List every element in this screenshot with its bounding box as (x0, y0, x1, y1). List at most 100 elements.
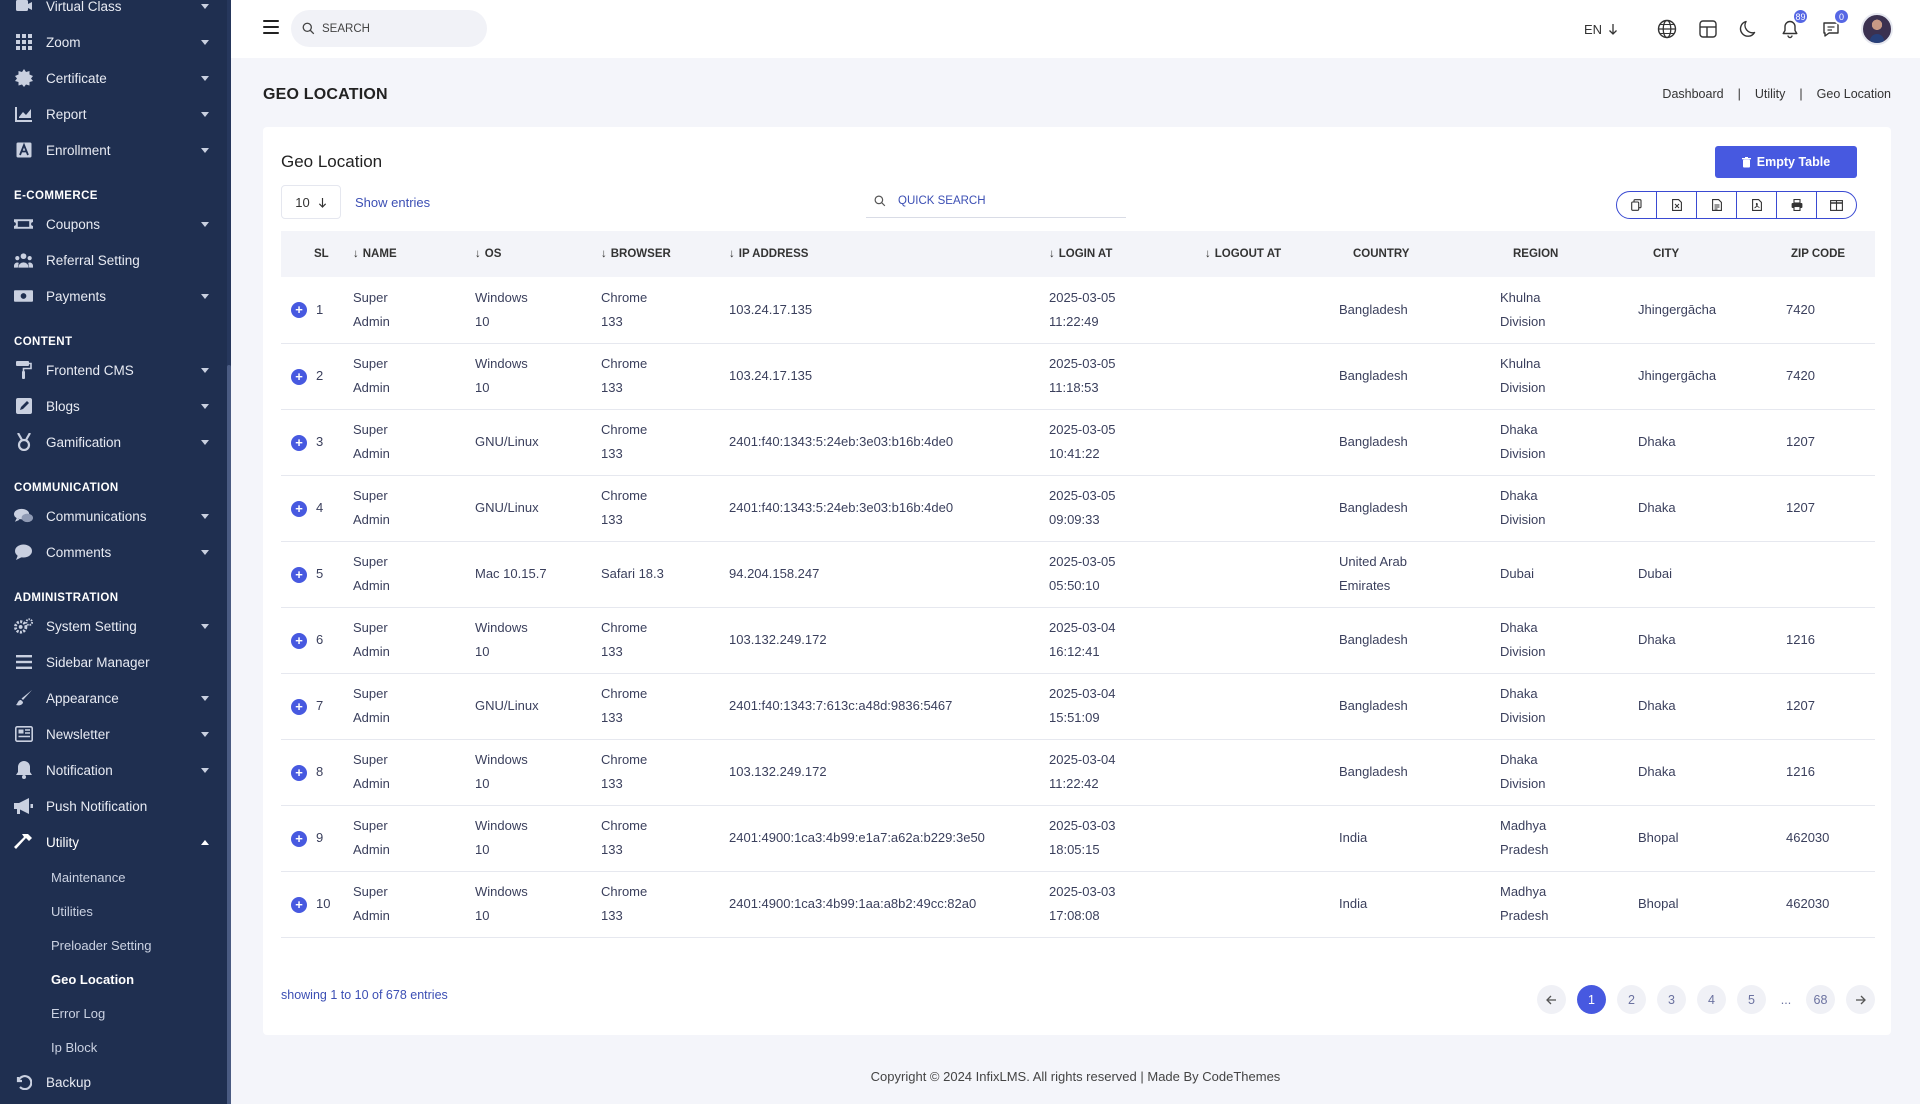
table-row[interactable]: +10 Super Admin Windows 10 Chrome 133 2401:4900… (281, 871, 1875, 937)
sidebar-subitem-preloader-setting[interactable]: Preloader Setting (0, 928, 227, 962)
expand-row-icon[interactable]: + (291, 698, 307, 715)
expand-row-icon[interactable]: + (291, 434, 307, 451)
cell-line: 10 (475, 908, 490, 923)
user-avatar[interactable] (1861, 13, 1893, 45)
prev-page-button[interactable] (1537, 985, 1566, 1014)
sidebar-item-communications[interactable]: Communications (0, 498, 227, 534)
table-row[interactable]: +1 Super Admin Windows 10 Chrome 133 103.24.17.… (281, 277, 1875, 343)
globe-icon[interactable] (1656, 18, 1678, 40)
excel-button[interactable] (1657, 192, 1697, 218)
page-button[interactable]: 3 (1657, 985, 1686, 1014)
csv-button[interactable] (1697, 192, 1737, 218)
th-os[interactable]: ↓ OS (475, 231, 601, 277)
breadcrumb-dashboard[interactable]: Dashboard (1662, 87, 1723, 101)
sidebar-item-referral-setting[interactable]: Referral Setting (0, 242, 227, 278)
expand-row-icon[interactable]: + (291, 368, 307, 385)
notification-bell-icon[interactable]: 89 (1779, 8, 1809, 40)
th-browser[interactable]: ↓ BROWSER (601, 231, 729, 277)
next-page-button[interactable] (1846, 985, 1875, 1014)
cell-line: Dhaka (1500, 620, 1538, 635)
table-row[interactable]: +7 Super Admin GNU/Linux Chrome 133 2401:f40:1… (281, 673, 1875, 739)
th-city[interactable]: CITY (1638, 231, 1786, 277)
moon-icon[interactable] (1738, 18, 1760, 40)
empty-table-button[interactable]: Empty Table (1715, 146, 1857, 178)
search-box[interactable] (291, 10, 487, 47)
sidebar-item-appearance[interactable]: Appearance (0, 680, 227, 716)
pdf-button[interactable] (1737, 192, 1777, 218)
sidebar-item-newsletter[interactable]: Newsletter (0, 716, 227, 752)
page-button[interactable]: 2 (1617, 985, 1646, 1014)
page-button[interactable]: 4 (1697, 985, 1726, 1014)
sidebar-item-comments[interactable]: Comments (0, 534, 227, 570)
table-row[interactable]: +2 Super Admin Windows 10 Chrome 133 103.24.17.… (281, 343, 1875, 409)
sidebar-item-system-setting[interactable]: System Setting (0, 608, 227, 644)
sidebar-item-virtual-class[interactable]: Virtual Class (0, 0, 227, 24)
expand-row-icon[interactable]: + (291, 830, 307, 847)
sidebar-item-enrollment[interactable]: Enrollment (0, 132, 227, 168)
sidebar-item-payments[interactable]: Payments (0, 278, 227, 314)
sidebar-subitem-ip-block[interactable]: Ip Block (0, 1030, 227, 1064)
th-ip[interactable]: ↓ IP ADDRESS (729, 231, 1049, 277)
page-button[interactable]: 5 (1737, 985, 1766, 1014)
table-row[interactable]: +5 Super Admin Mac 10.15.7 Safari 18.3 94.204… (281, 541, 1875, 607)
copy-button[interactable] (1617, 192, 1657, 218)
table-row[interactable]: +9 Super Admin Windows 10 Chrome 133 2401:4900:… (281, 805, 1875, 871)
cell-line: Windows (475, 289, 528, 305)
th-logout[interactable]: ↓ LOGOUT AT (1205, 231, 1339, 277)
page-button[interactable]: 68 (1806, 985, 1835, 1014)
print-button[interactable] (1777, 192, 1817, 218)
sidebar-item-sidebar-manager[interactable]: Sidebar Manager (0, 644, 227, 680)
sidebar-item-report[interactable]: Report (0, 96, 227, 132)
sidebar-subitem-utilities[interactable]: Utilities (0, 894, 227, 928)
table-row[interactable]: +3 Super Admin GNU/Linux Chrome 133 2401:f40:1… (281, 409, 1875, 475)
table-row[interactable]: +4 Super Admin GNU/Linux Chrome 133 2401:f40:1… (281, 475, 1875, 541)
sidebar-item-utility[interactable]: Utility (0, 824, 227, 860)
expand-row-icon[interactable]: + (291, 896, 307, 913)
sidebar-item-coupons[interactable]: Coupons (0, 206, 227, 242)
sidebar-subitem-maintenance[interactable]: Maintenance (0, 860, 227, 894)
table-row[interactable]: +6 Super Admin Windows 10 Chrome 133 103.132.24… (281, 607, 1875, 673)
th-sl[interactable]: SL (281, 231, 353, 277)
th-login[interactable]: ↓ LOGIN AT (1049, 231, 1205, 277)
sidebar-item-certificate[interactable]: Certificate (0, 60, 227, 96)
breadcrumb-utility[interactable]: Utility (1755, 87, 1786, 101)
sidebar-item-zoom[interactable]: Zoom (0, 24, 227, 60)
language-selector[interactable]: EN (1584, 22, 1618, 37)
th-region[interactable]: REGION (1500, 231, 1638, 277)
sidebar-item-frontend-cms[interactable]: Frontend CMS (0, 352, 227, 388)
th-zip[interactable]: ZIP CODE (1786, 231, 1875, 277)
entries-select[interactable]: 10 (281, 185, 341, 219)
sidebar-item-gamification[interactable]: Gamification (0, 424, 227, 460)
megaphone-icon (14, 797, 33, 816)
columns-button[interactable] (1817, 192, 1856, 218)
th-country[interactable]: COUNTRY (1339, 231, 1500, 277)
sidebar-item-label: Gamification (46, 434, 122, 450)
expand-row-icon[interactable]: + (291, 632, 307, 649)
menu-toggle-icon[interactable] (263, 20, 279, 34)
sidebar-item-blogs[interactable]: Blogs (0, 388, 227, 424)
caret-down-icon (201, 513, 209, 519)
cell-zip (1786, 541, 1875, 607)
sidebar-item-backup[interactable]: Backup (0, 1064, 227, 1100)
sidebar-subitem-error-log[interactable]: Error Log (0, 996, 227, 1030)
sidebar-item-notification[interactable]: Notification (0, 752, 227, 788)
expand-row-icon[interactable]: + (291, 500, 307, 517)
expand-row-icon[interactable]: + (291, 764, 307, 781)
table-row[interactable]: +8 Super Admin Windows 10 Chrome 133 103.132.24… (281, 739, 1875, 805)
cell-zip: 1216 (1786, 607, 1875, 673)
search-input[interactable] (322, 22, 472, 35)
sidebar-scrollbar-thumb[interactable] (227, 365, 231, 1104)
sidebar-item-push-notification[interactable]: Push Notification (0, 788, 227, 824)
layout-icon[interactable] (1697, 18, 1719, 40)
sidebar-subitem-geo-location[interactable]: Geo Location (0, 962, 227, 996)
quick-search-input[interactable] (898, 195, 1098, 207)
zip-code: 1207 (1786, 434, 1815, 449)
expand-row-icon[interactable]: + (291, 302, 307, 319)
quick-search[interactable] (866, 185, 1126, 218)
page-button[interactable]: 1 (1577, 985, 1606, 1014)
cell-line: Admin (353, 446, 390, 461)
th-name[interactable]: ↓ NAME (353, 231, 475, 277)
expand-row-icon[interactable]: + (291, 566, 307, 583)
message-icon[interactable]: 0 (1820, 8, 1850, 40)
cell-sl: +9 (281, 805, 353, 871)
